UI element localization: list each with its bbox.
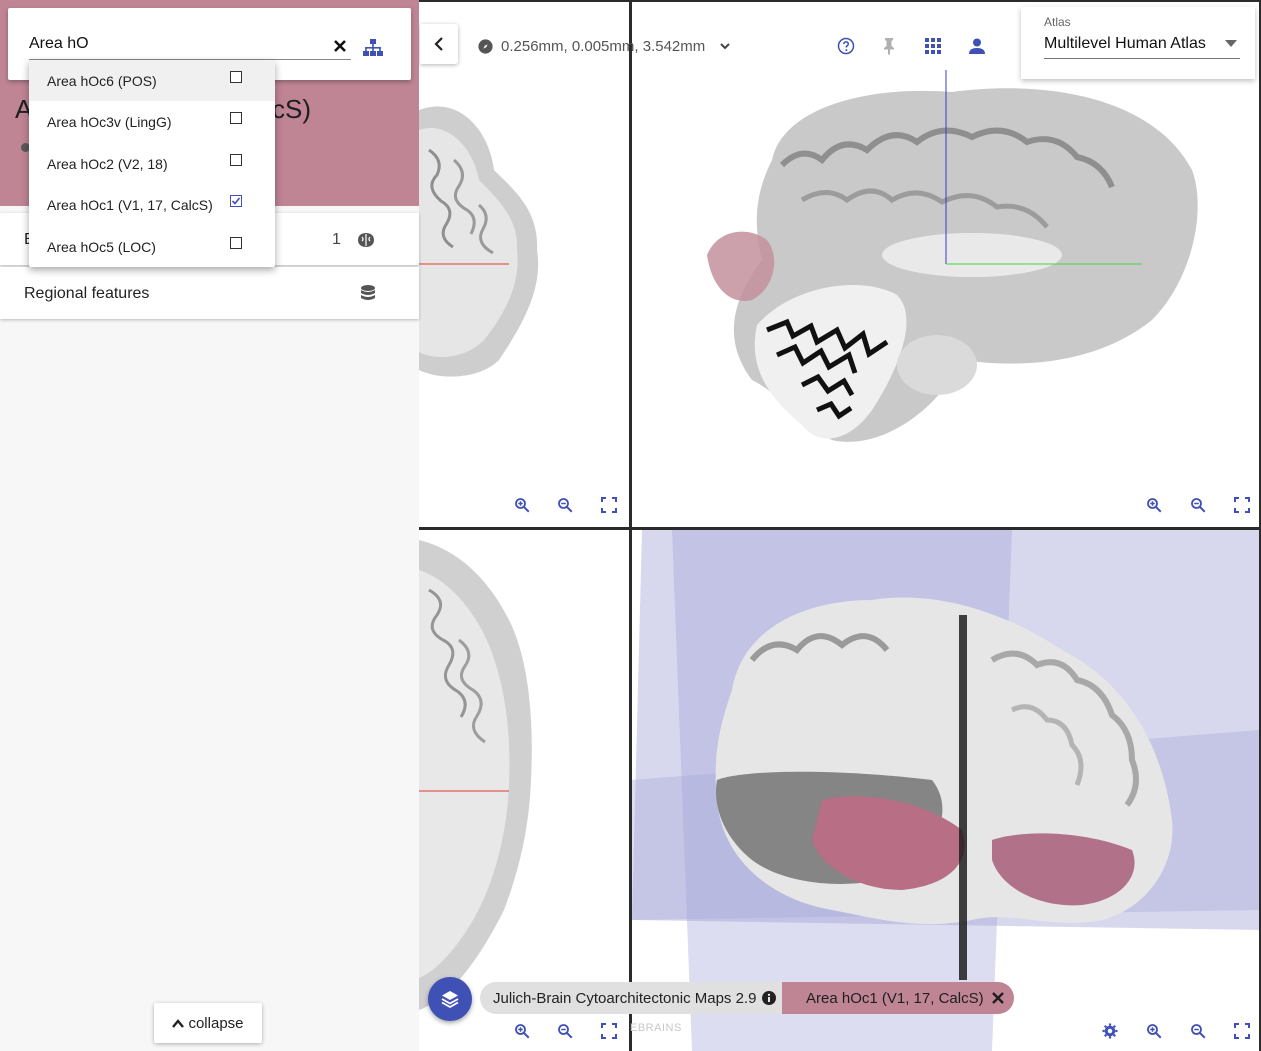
zoom-out-icon[interactable]	[554, 1020, 576, 1042]
axial-view-panel[interactable]	[419, 530, 628, 1051]
suggestion-item[interactable]: Area hOc5 (LOC)	[29, 226, 275, 267]
sidebar: A cS) E 1 Regional features Area hO	[0, 0, 419, 1051]
panel-border-top	[419, 0, 1261, 2]
regional-features-label: Regional features	[24, 285, 150, 302]
region-title-end: cS)	[272, 94, 311, 124]
suggestion-item[interactable]: Area hOc6 (POS)	[29, 60, 275, 101]
suggestion-item[interactable]: Area hOc3v (LingG)	[29, 101, 275, 142]
axial-slice-image	[419, 540, 532, 1010]
panel-divider-vertical	[629, 0, 632, 1051]
chevron-down-icon[interactable]	[719, 40, 731, 52]
region-chip[interactable]: Area hOc1 (V1, 17, CalcS)	[782, 982, 1014, 1014]
layers-button[interactable]	[428, 977, 472, 1021]
checkbox[interactable]	[230, 71, 242, 83]
settings-icon[interactable]	[1099, 1020, 1121, 1042]
panel-divider-horizontal	[419, 527, 1261, 530]
user-icon[interactable]	[966, 35, 988, 57]
database-icon	[361, 285, 375, 300]
checkbox[interactable]	[230, 112, 242, 124]
checkbox[interactable]	[230, 154, 242, 166]
regional-features-row[interactable]: Regional features	[0, 267, 419, 319]
suggestion-item[interactable]: Area hOc2 (V2, 18)	[29, 143, 275, 184]
coronal-slice-image	[419, 106, 539, 377]
zoom-out-icon[interactable]	[1187, 494, 1209, 516]
checkbox[interactable]	[230, 237, 242, 249]
compass-icon	[478, 38, 493, 54]
checkmark-icon	[231, 197, 241, 205]
suggestion-label: Area hOc3v (LingG)	[47, 114, 172, 130]
ebrains-watermark: EBRAINS	[630, 1022, 682, 1034]
suggestion-label: Area hOc2 (V2, 18)	[47, 156, 168, 172]
zoom-in-icon[interactable]	[1143, 1020, 1165, 1042]
maximize-icon[interactable]	[1231, 494, 1253, 516]
maximize-icon[interactable]	[598, 1020, 620, 1042]
zoom-in-icon[interactable]	[511, 494, 533, 516]
navigation-coordinates[interactable]: 0.256mm, 0.005mm, 3.542mm	[477, 36, 731, 56]
zoom-in-icon[interactable]	[1143, 494, 1165, 516]
3d-brain-render	[632, 530, 1259, 1051]
chevron-up-icon	[172, 1018, 185, 1028]
zoom-in-icon[interactable]	[511, 1020, 533, 1042]
coronal-view-panel[interactable]	[419, 0, 628, 526]
atlas-underline	[1044, 58, 1240, 59]
3d-view-panel[interactable]	[632, 530, 1259, 1051]
atlas-label: Atlas	[1044, 15, 1071, 29]
atlas-value: Multilevel Human Atlas	[1044, 35, 1206, 52]
brain-icon	[358, 233, 374, 247]
suggestion-label: Area hOc1 (V1, 17, CalcS)	[47, 197, 213, 213]
collapse-button[interactable]: collapse	[154, 1003, 262, 1043]
collapse-label: collapse	[188, 1014, 244, 1032]
help-icon[interactable]	[835, 35, 857, 57]
dropdown-arrow-icon	[1225, 40, 1237, 47]
close-icon[interactable]	[991, 992, 1004, 1004]
coordinates-text: 0.256mm, 0.005mm, 3.542mm	[501, 37, 706, 55]
pin-icon[interactable]	[878, 35, 900, 57]
zoom-out-icon[interactable]	[554, 494, 576, 516]
atlas-selector[interactable]: Atlas Multilevel Human Atlas	[1021, 7, 1255, 79]
suggestion-label: Area hOc6 (POS)	[47, 73, 157, 89]
checkbox-checked[interactable]	[230, 195, 242, 207]
zoom-out-icon[interactable]	[1187, 1020, 1209, 1042]
clear-search-icon[interactable]	[329, 35, 351, 57]
chevron-left-icon	[434, 37, 443, 51]
parcellation-chip[interactable]: Julich-Brain Cytoarchitectonic Maps 2.9	[480, 982, 798, 1014]
maximize-icon[interactable]	[1231, 1020, 1253, 1042]
suggestion-label: Area hOc5 (LOC)	[47, 239, 156, 255]
suggestion-item[interactable]: Area hOc1 (V1, 17, CalcS)	[29, 184, 275, 225]
search-input[interactable]: Area hO	[29, 35, 89, 53]
apps-grid-icon[interactable]	[922, 35, 944, 57]
hierarchy-tree-icon[interactable]	[362, 37, 384, 59]
maximize-icon[interactable]	[598, 494, 620, 516]
collapse-sidebar-button[interactable]	[420, 24, 458, 64]
region-chip-label: Area hOc1 (V1, 17, CalcS)	[806, 989, 984, 1007]
info-icon[interactable]	[762, 991, 777, 1005]
search-suggestions: Area hOc6 (POS) Area hOc3v (LingG) Area …	[29, 60, 275, 267]
parcellation-chip-label: Julich-Brain Cytoarchitectonic Maps 2.9	[493, 989, 757, 1007]
layers-icon	[441, 991, 459, 1008]
explore-row-count: 1	[332, 231, 341, 248]
